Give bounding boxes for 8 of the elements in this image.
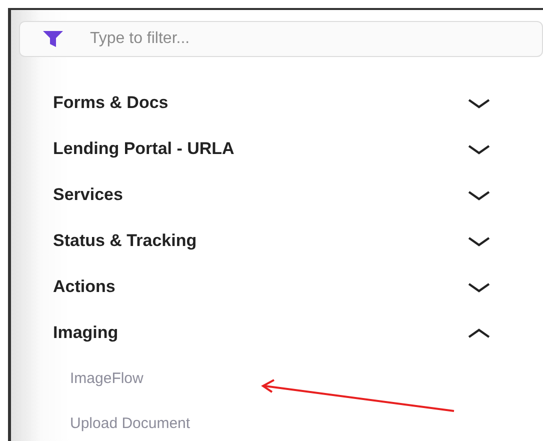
filter-icon bbox=[42, 30, 64, 48]
section-header[interactable]: Status & Tracking bbox=[11, 218, 543, 264]
section-header[interactable]: Forms & Docs bbox=[11, 80, 543, 126]
section-header[interactable]: Imaging bbox=[11, 310, 543, 356]
filter-field[interactable]: Type to filter... bbox=[19, 21, 543, 57]
section-header[interactable]: Services bbox=[11, 172, 543, 218]
section-header[interactable]: Lending Portal - URLA bbox=[11, 126, 543, 172]
section-header[interactable]: Actions bbox=[11, 264, 543, 310]
